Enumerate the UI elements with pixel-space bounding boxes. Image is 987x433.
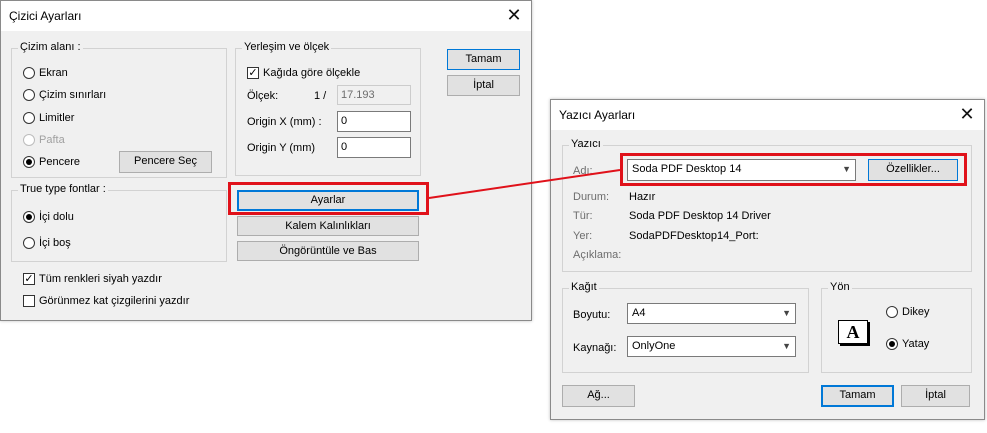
- network-button[interactable]: Ağ...: [562, 385, 635, 407]
- radio-icon: [23, 156, 35, 168]
- paper-size-value: A4: [632, 307, 646, 319]
- radio-filled[interactable]: İçi dolu: [23, 209, 74, 225]
- radio-icon: [886, 338, 898, 350]
- type-label: Tür:: [573, 210, 593, 222]
- checkbox-hidden-layers[interactable]: Görünmez kat çizgilerini yazdır: [23, 293, 189, 309]
- title-bar: Çizici Ayarları ✕: [1, 1, 531, 31]
- radio-icon: [23, 134, 35, 146]
- paper-group: Kağıt: [562, 281, 809, 373]
- truetype-fonts-group: True type fontlar :: [11, 183, 227, 262]
- radio-drawing-extents[interactable]: Çizim sınırları: [23, 87, 106, 103]
- radio-screen[interactable]: Ekran: [23, 65, 68, 81]
- checkbox-fit-paper[interactable]: ✓ Kağıda göre ölçekle: [247, 65, 360, 81]
- title-bar: Yazıcı Ayarları ✕: [551, 100, 984, 130]
- close-icon[interactable]: ✕: [956, 103, 978, 125]
- checkbox-icon: [23, 295, 35, 307]
- plotter-settings-dialog: Çizici Ayarları ✕ Çizim alanı : Ekran Çi…: [0, 0, 532, 321]
- where-value: SodaPDFDesktop14_Port:: [629, 230, 759, 242]
- radio-layout-sheet: Pafta: [23, 132, 65, 148]
- where-label: Yer:: [573, 230, 593, 242]
- chevron-down-icon: ▼: [782, 308, 791, 318]
- radio-hollow[interactable]: İçi boş: [23, 235, 71, 251]
- pen-widths-button[interactable]: Kalem Kalınlıkları: [237, 216, 419, 236]
- origin-y-input[interactable]: 0: [337, 137, 411, 158]
- type-value: Soda PDF Desktop 14 Driver: [629, 210, 771, 222]
- printer-name-label: Adı:: [573, 165, 593, 177]
- paper-size-select[interactable]: A4 ▼: [627, 303, 796, 324]
- origin-x-label: Origin X (mm) :: [247, 116, 322, 128]
- group-label: Yerleşim ve ölçek: [242, 41, 332, 53]
- radio-icon: [23, 112, 35, 124]
- radio-icon: [23, 89, 35, 101]
- chevron-down-icon: ▼: [782, 341, 791, 351]
- radio-icon: [886, 306, 898, 318]
- settings-button-highlight: [228, 182, 429, 215]
- cancel-button[interactable]: İptal: [901, 385, 970, 407]
- paper-size-label: Boyutu:: [573, 309, 611, 321]
- radio-landscape[interactable]: Yatay: [886, 336, 929, 352]
- group-label: Yön: [828, 281, 852, 293]
- select-window-button[interactable]: Pencere Seç: [119, 151, 212, 173]
- page-orientation-icon: A: [838, 320, 868, 344]
- preview-print-button[interactable]: Öngörüntüle ve Bas: [237, 241, 419, 261]
- paper-source-select[interactable]: OnlyOne ▼: [627, 336, 796, 357]
- origin-x-input[interactable]: 0: [337, 111, 411, 132]
- dialog-title: Yazıcı Ayarları: [559, 108, 636, 122]
- radio-limits[interactable]: Limitler: [23, 110, 74, 126]
- status-label: Durum:: [573, 191, 610, 203]
- checkbox-all-black[interactable]: ✓ Tüm renkleri siyah yazdır: [23, 271, 162, 287]
- origin-y-label: Origin Y (mm): [247, 142, 316, 154]
- ok-button[interactable]: Tamam: [447, 49, 520, 70]
- radio-icon: [23, 237, 35, 249]
- radio-icon: [23, 67, 35, 79]
- scale-prefix: 1 /: [314, 90, 327, 102]
- group-label: Çizim alanı :: [18, 41, 83, 53]
- group-label: Kağıt: [569, 281, 599, 293]
- group-label: True type fontlar :: [18, 183, 108, 195]
- status-value: Hazır: [629, 191, 656, 203]
- radio-icon: [23, 211, 35, 223]
- paper-source-value: OnlyOne: [632, 340, 676, 352]
- cancel-button[interactable]: İptal: [447, 75, 520, 96]
- ok-button[interactable]: Tamam: [821, 385, 894, 407]
- dialog-title: Çizici Ayarları: [9, 9, 82, 23]
- checkmark-icon: ✓: [23, 273, 35, 285]
- group-label: Yazıcı: [569, 138, 603, 150]
- close-icon[interactable]: ✕: [503, 4, 525, 26]
- printer-settings-dialog: Yazıcı Ayarları ✕ Yazıcı Adı: Soda PDF D…: [550, 99, 985, 420]
- radio-window[interactable]: Pencere: [23, 154, 80, 170]
- radio-portrait[interactable]: Dikey: [886, 304, 930, 320]
- comment-label: Açıklama:: [573, 249, 622, 261]
- printer-name-highlight: [620, 153, 967, 186]
- scale-input: 17.193: [337, 85, 411, 105]
- scale-label: Ölçek:: [247, 90, 279, 102]
- paper-source-label: Kaynağı:: [573, 342, 617, 354]
- checkmark-icon: ✓: [247, 67, 259, 79]
